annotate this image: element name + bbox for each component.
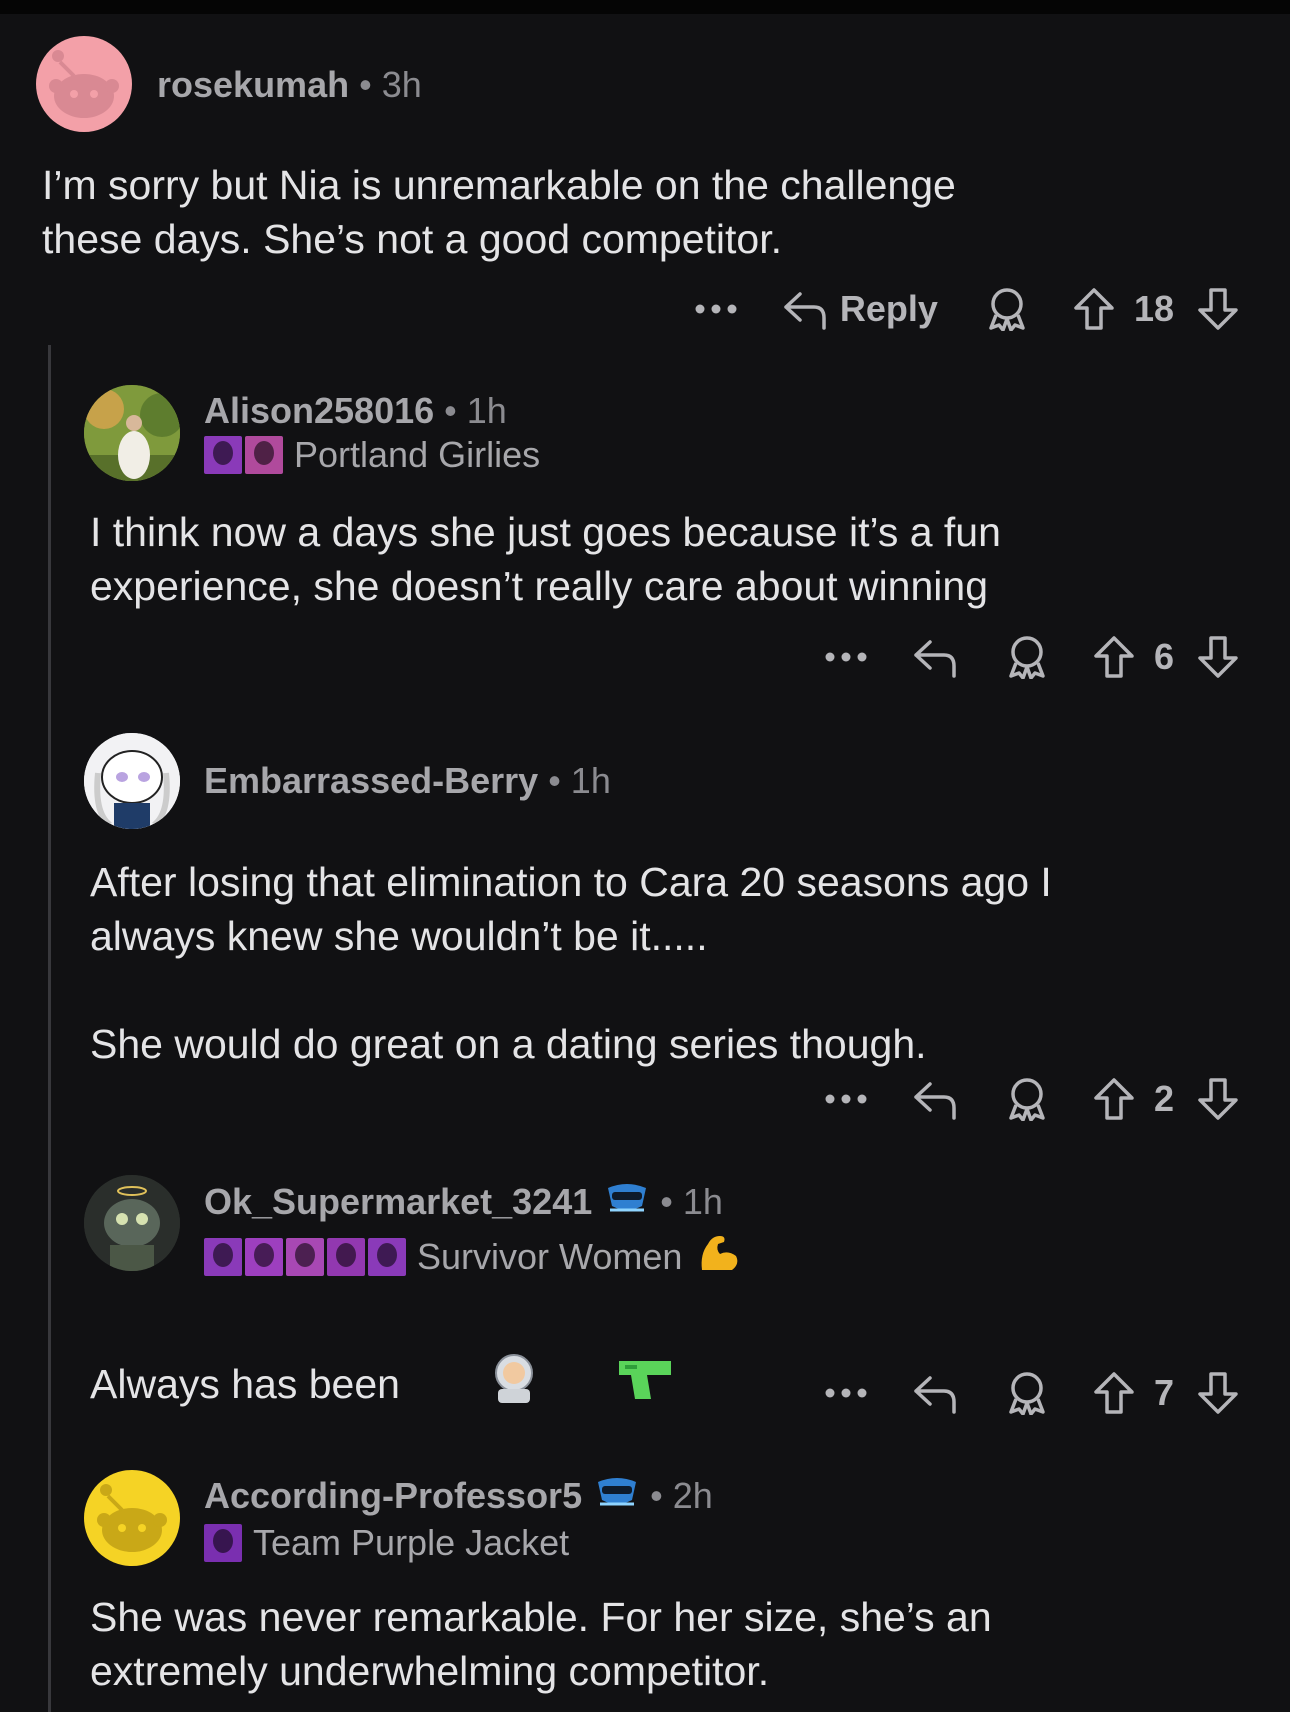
reply-arrow-icon <box>914 1376 956 1414</box>
top-edge <box>0 0 1290 14</box>
separator-dot: • <box>444 390 457 431</box>
downvote-arrow-icon <box>1198 288 1238 330</box>
reply-arrow-icon <box>914 1082 956 1120</box>
comment-body: After losing that elimination to Cara 20… <box>90 859 1052 1067</box>
separator-dot: • <box>359 64 372 105</box>
astronaut-emoji <box>420 1297 540 1470</box>
timestamp: 1h <box>682 1180 723 1222</box>
reply-arrow-icon <box>784 292 826 330</box>
downvote-button[interactable] <box>1196 1076 1240 1122</box>
more-button[interactable] <box>824 1093 868 1105</box>
username[interactable]: Alison258016 <box>204 390 434 432</box>
vote-count: 7 <box>1153 1372 1174 1413</box>
award-icon <box>1009 636 1045 679</box>
more-icon <box>825 1094 867 1104</box>
vote-count: 18 <box>1133 288 1174 329</box>
award-button[interactable] <box>1006 635 1048 679</box>
downvote-arrow-icon <box>1198 636 1238 678</box>
more-button[interactable] <box>824 651 868 663</box>
flair-text: Survivor Women <box>417 1235 683 1277</box>
user-flair: Portland Girlies <box>204 434 540 476</box>
comment-body: Always has been <box>90 1297 675 1470</box>
avatar[interactable] <box>36 36 132 132</box>
username[interactable]: Embarrassed-Berry <box>204 760 538 802</box>
comment-body: I’m sorry but Nia is unremarkable on the… <box>42 162 956 262</box>
thread-line[interactable] <box>48 345 51 1712</box>
timestamp: 3h <box>381 64 422 105</box>
award-icon <box>989 288 1025 331</box>
snoovatar-badge-icon <box>594 1474 640 1517</box>
timestamp: 1h <box>466 390 507 431</box>
avatar[interactable] <box>84 733 180 829</box>
flair-image <box>245 1237 283 1276</box>
snoovatar-icon <box>84 1175 180 1271</box>
snoovatar-icon <box>84 733 180 829</box>
flexed-biceps-emoji <box>696 1230 742 1283</box>
flair-image <box>204 436 242 474</box>
reply-button[interactable] <box>912 636 958 678</box>
timestamp: 2h <box>672 1474 713 1516</box>
reply-button[interactable] <box>912 1372 958 1414</box>
upvote-arrow-icon <box>1074 288 1114 330</box>
upvote-button[interactable] <box>1092 1076 1136 1122</box>
separator-dot: • <box>660 1180 673 1222</box>
vote-count: 6 <box>1153 636 1174 677</box>
award-icon <box>1009 1078 1045 1121</box>
flair-image <box>204 1524 242 1562</box>
flair-image <box>327 1237 365 1276</box>
more-button[interactable] <box>694 303 738 315</box>
flair-text: Portland Girlies <box>294 434 541 475</box>
more-icon <box>825 1388 867 1398</box>
comment-body: She was never remarkable. For her size, … <box>90 1594 992 1694</box>
timestamp: 1h <box>570 760 611 801</box>
comment-body: I think now a days she just goes because… <box>90 509 1001 609</box>
upvote-arrow-icon <box>1094 636 1134 678</box>
user-flair: Survivor Women <box>204 1230 742 1283</box>
more-icon <box>825 652 867 662</box>
avatar[interactable] <box>84 1175 180 1271</box>
water-pistol-emoji <box>546 1299 674 1468</box>
flair-image <box>368 1237 406 1276</box>
username[interactable]: rosekumah <box>157 64 349 106</box>
avatar[interactable] <box>84 385 180 481</box>
upvote-arrow-icon <box>1094 1078 1134 1120</box>
award-button[interactable] <box>986 287 1028 331</box>
reply-button[interactable]: Reply <box>782 288 938 330</box>
flair-image <box>245 436 283 474</box>
flair-image <box>286 1237 324 1276</box>
award-button[interactable] <box>1006 1371 1048 1415</box>
upvote-button[interactable] <box>1092 634 1136 680</box>
more-button[interactable] <box>824 1387 868 1399</box>
separator-dot: • <box>650 1474 663 1516</box>
user-flair: Team Purple Jacket <box>204 1522 569 1564</box>
photo-avatar-icon <box>84 385 180 481</box>
username[interactable]: Ok_Supermarket_3241 <box>204 1181 592 1223</box>
downvote-button[interactable] <box>1196 1370 1240 1416</box>
flair-image <box>204 1237 242 1276</box>
avatar[interactable] <box>84 1470 180 1566</box>
downvote-button[interactable] <box>1196 634 1240 680</box>
upvote-button[interactable] <box>1092 1370 1136 1416</box>
snoo-avatar-icon <box>49 50 119 118</box>
downvote-arrow-icon <box>1198 1372 1238 1414</box>
snoovatar-badge-icon <box>604 1180 650 1223</box>
separator-dot: • <box>548 760 561 801</box>
comment-text: Always has been <box>90 1360 400 1407</box>
award-button[interactable] <box>1006 1077 1048 1121</box>
reply-label: Reply <box>839 288 938 329</box>
downvote-button[interactable] <box>1196 286 1240 332</box>
upvote-button[interactable] <box>1072 286 1116 332</box>
reply-arrow-icon <box>914 640 956 678</box>
flair-text: Team Purple Jacket <box>253 1522 570 1563</box>
username[interactable]: According-Professor5 <box>204 1475 582 1517</box>
more-icon <box>695 304 737 314</box>
upvote-arrow-icon <box>1094 1372 1134 1414</box>
snoo-avatar-icon <box>97 1484 167 1552</box>
vote-count: 2 <box>1153 1078 1174 1119</box>
downvote-arrow-icon <box>1198 1078 1238 1120</box>
award-icon <box>1009 1372 1045 1415</box>
reply-button[interactable] <box>912 1078 958 1120</box>
